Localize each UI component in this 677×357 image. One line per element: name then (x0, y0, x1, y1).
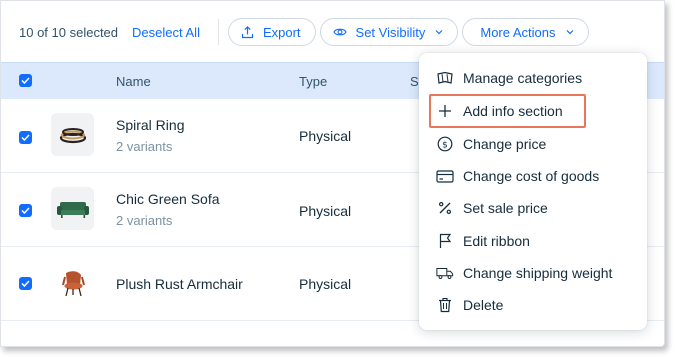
menu-item-label: Set sale price (463, 200, 548, 216)
svg-text:$: $ (442, 140, 448, 150)
menu-item-label: Manage categories (463, 70, 583, 86)
product-thumbnail-green-sofa (51, 187, 94, 230)
menu-item-label: Change shipping weight (463, 265, 613, 281)
toolbar-divider (217, 19, 219, 45)
checkmark-icon (21, 77, 30, 84)
menu-item-label: Change cost of goods (463, 168, 600, 184)
column-header-truncated[interactable]: S (410, 74, 419, 89)
menu-item-label: Edit ribbon (463, 233, 530, 249)
product-thumbnail-rust-armchair (51, 262, 94, 305)
menu-item-change-price[interactable]: $ Change price (419, 130, 647, 158)
menu-item-delete[interactable]: Delete (419, 291, 647, 319)
set-visibility-label: Set Visibility (355, 24, 426, 40)
product-variants: 2 variants (116, 213, 173, 228)
more-actions-label: More Actions (480, 24, 556, 40)
menu-item-add-info-section[interactable]: Add info section (419, 97, 647, 125)
product-name[interactable]: Chic Green Sofa (116, 191, 220, 207)
product-type: Physical (299, 276, 352, 292)
menu-item-set-sale-price[interactable]: Set sale price (419, 194, 647, 222)
card-icon (436, 167, 454, 185)
product-name[interactable]: Plush Rust Armchair (116, 276, 243, 292)
menu-item-label: Delete (463, 297, 504, 313)
export-label: Export (262, 24, 301, 40)
menu-item-manage-categories[interactable]: Manage categories (419, 64, 647, 92)
row-checkbox[interactable] (19, 131, 32, 144)
row-checkbox[interactable] (19, 204, 32, 217)
upload-icon (241, 25, 254, 38)
menu-item-edit-ribbon[interactable]: Edit ribbon (419, 227, 647, 255)
selection-count: 10 of 10 selected (19, 24, 119, 40)
product-type: Physical (299, 128, 352, 144)
more-actions-button[interactable]: More Actions (462, 18, 589, 46)
checkmark-icon (21, 134, 30, 141)
select-all-checkbox[interactable] (19, 74, 32, 87)
dollar-icon: $ (436, 135, 454, 153)
menu-item-label: Add info section (463, 103, 563, 119)
menu-item-change-cost-of-goods[interactable]: Change cost of goods (419, 162, 647, 190)
product-type: Physical (299, 203, 352, 219)
column-header-type[interactable]: Type (299, 74, 327, 89)
menu-item-label: Change price (463, 136, 547, 152)
plus-icon (436, 102, 454, 120)
trash-icon (436, 296, 454, 314)
flag-icon (436, 232, 454, 250)
product-name[interactable]: Spiral Ring (116, 117, 184, 133)
checkmark-icon (21, 280, 30, 287)
more-actions-menu: Manage categories Add info section $ Cha… (419, 53, 647, 330)
menu-item-change-shipping-weight[interactable]: Change shipping weight (419, 259, 647, 287)
product-variants: 2 variants (116, 139, 173, 154)
categories-icon (436, 69, 454, 87)
checkmark-icon (21, 207, 30, 214)
deselect-all-link[interactable]: Deselect All (132, 25, 200, 40)
eye-icon (332, 28, 347, 36)
percent-icon (436, 199, 454, 217)
truck-icon (436, 264, 454, 282)
chevron-down-icon (435, 30, 443, 35)
product-thumbnail-spiral-ring (51, 113, 94, 156)
set-visibility-button[interactable]: Set Visibility (319, 18, 459, 46)
chevron-down-icon (566, 30, 573, 35)
column-header-name[interactable]: Name (116, 74, 151, 89)
row-checkbox[interactable] (19, 277, 32, 290)
export-button[interactable]: Export (227, 18, 316, 46)
products-panel: 10 of 10 selected Deselect All Export Se… (0, 0, 665, 347)
